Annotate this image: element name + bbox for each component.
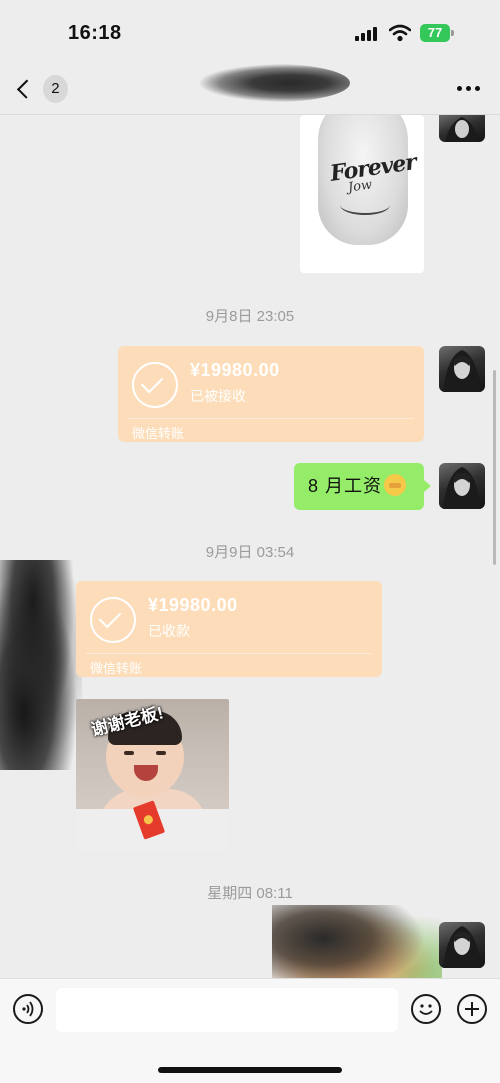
scrollbar[interactable] [493,370,496,565]
check-icon [132,362,178,408]
nav-divider [0,114,500,115]
unread-count-badge: 2 [42,75,68,103]
battery-icon: 77 [420,24,454,42]
timestamp: 星期四 08:11 [207,885,293,902]
transfer-amount: ¥19980.00 [148,595,238,615]
transfer-footer: 微信转账 [90,661,143,676]
wifi-icon [388,24,412,42]
back-button[interactable]: 2 [14,74,68,104]
message-bubble-self[interactable]: 8 月工资 [294,463,424,510]
emoji-icon[interactable] [411,994,441,1024]
transfer-status: 已被接收 [190,388,246,404]
transfer-amount: ¥19980.00 [190,360,280,380]
message-input[interactable] [56,988,398,1032]
transfer-card[interactable]: ¥19980.00 已被接收 微信转账 [118,346,424,442]
sticker-message[interactable]: 谢谢老板! [76,699,229,852]
transfer-card[interactable]: ¥19980.00 已收款 微信转账 [76,581,382,677]
more-icon[interactable] [452,78,484,98]
avatar-self[interactable] [439,346,485,392]
avatar-other-redacted[interactable] [0,560,82,770]
back-chevron-icon [16,79,36,99]
voice-icon[interactable] [13,994,43,1024]
timestamp: 9月8日 23:05 [205,308,295,325]
avatar-self[interactable] [439,463,485,509]
image-message[interactable]: Forever Jow [300,115,424,273]
avatar-self[interactable] [439,115,485,142]
check-icon [90,597,136,643]
status-time: 16:18 [68,22,122,44]
home-indicator [158,1067,342,1073]
battery-level: 77 [420,24,450,42]
signal-icon [355,27,381,41]
plus-icon[interactable] [457,994,487,1024]
message-text: 8 月工资 [308,476,383,496]
transfer-status: 已收款 [148,623,190,639]
avatar-self[interactable] [439,922,485,968]
money-face-emoji-icon [384,474,407,496]
timestamp: 9月9日 03:54 [205,544,295,561]
transfer-footer: 微信转账 [132,426,185,441]
input-bar [0,978,500,1083]
chat-title-redacted [200,64,350,102]
